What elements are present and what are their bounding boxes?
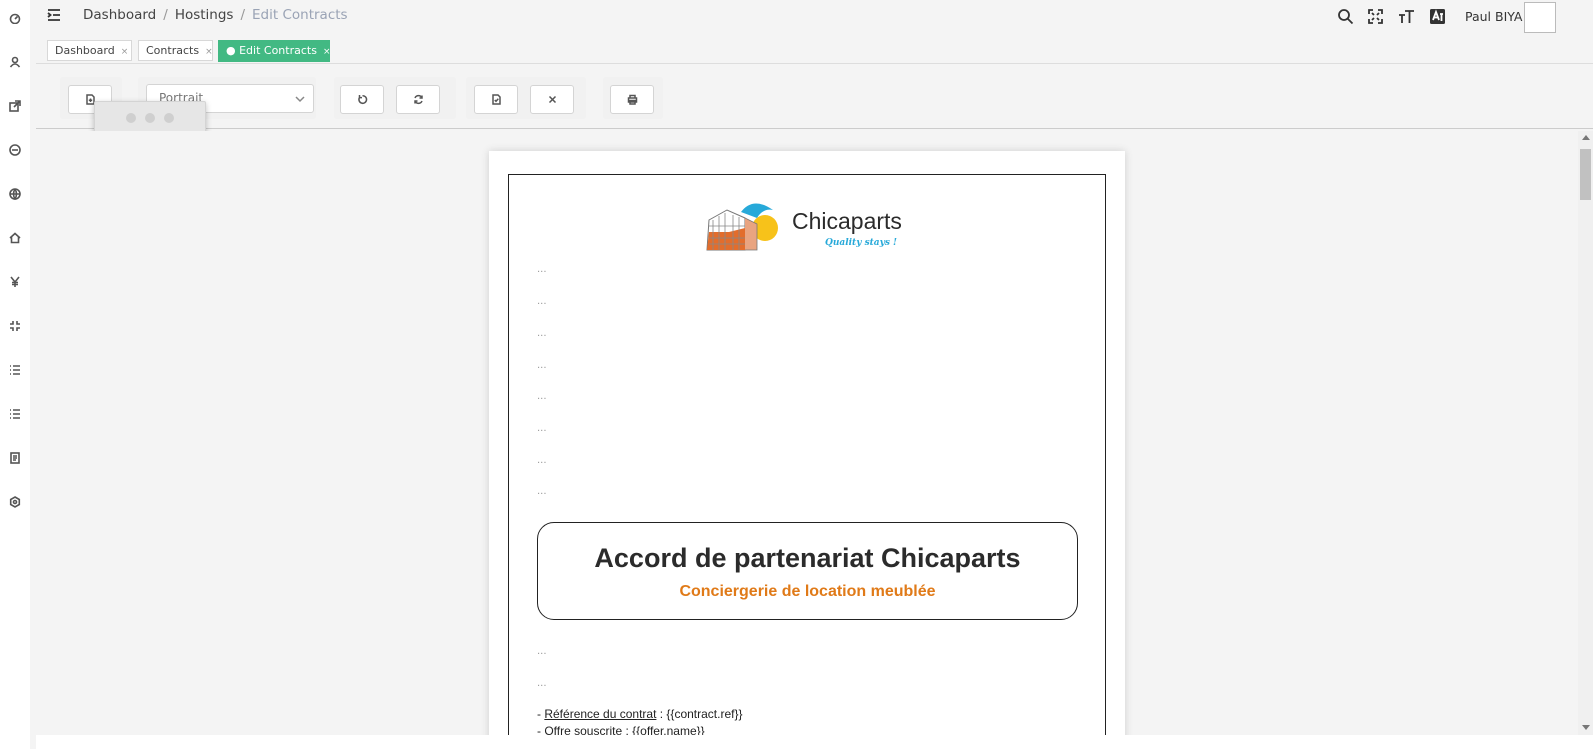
tab-edit-contracts[interactable]: ● Edit Contracts × [218,40,331,62]
compress-icon[interactable] [8,319,22,333]
palette-handle-dot[interactable] [126,113,136,123]
document-title: Accord de partenariat Chicaparts [594,543,1021,573]
breadcrumb-current: Edit Contracts [252,7,348,23]
toolbar-group [466,77,586,119]
home-icon[interactable] [8,231,22,245]
text-size-icon[interactable] [1398,8,1416,26]
breadcrumb-hostings[interactable]: Hostings [175,7,234,23]
tab-close-icon[interactable]: × [323,47,331,57]
toolbar-group [603,77,663,119]
list-icon[interactable] [8,407,22,421]
editor-canvas[interactable]: Chicaparts Quality stays ! ... ... ... .… [36,131,1593,735]
logo-text: Chicaparts [792,208,902,234]
list-icon[interactable] [8,363,22,377]
vertical-scrollbar[interactable] [1578,131,1593,735]
toolbar-group [334,77,456,119]
chevron-down-icon [295,93,305,103]
dashboard-icon[interactable] [8,11,22,25]
tab-dashboard[interactable]: Dashboard × [47,40,132,61]
tab-contracts[interactable]: Contracts × [138,40,213,61]
placeholder-line[interactable]: ... [537,264,547,275]
yen-icon[interactable] [8,275,22,289]
palette-handle-dot[interactable] [145,113,155,123]
editor-toolbar: Portrait [36,63,1593,129]
placeholder-line[interactable]: ... [537,296,547,307]
logo-tagline: Quality stays ! [825,238,898,248]
placeholder-line[interactable]: ... [537,646,547,657]
globe-icon[interactable] [8,187,22,201]
breadcrumb: Dashboard / Hostings / Edit Contracts [83,7,348,23]
user-name[interactable]: Paul BIYA [1465,9,1522,24]
search-icon[interactable] [1337,8,1355,26]
tab-close-icon[interactable]: × [205,47,213,57]
rotate-left-button[interactable] [340,85,384,114]
fullscreen-icon[interactable] [1367,8,1385,26]
placeholder-line[interactable]: ... [537,328,547,339]
company-logo: Chicaparts Quality stays ! [705,198,905,254]
scroll-thumb[interactable] [1580,149,1591,200]
document-page[interactable]: Chicaparts Quality stays ! ... ... ... .… [489,151,1125,735]
close-button[interactable] [530,85,574,114]
placeholder-line[interactable]: ... [537,678,547,689]
settings-icon[interactable] [8,495,22,509]
topbar: Dashboard / Hostings / Edit Contracts Paul B… [36,0,1593,34]
document-icon[interactable] [8,451,22,465]
scroll-down-arrow-icon[interactable] [1582,725,1590,730]
tab-close-icon[interactable]: × [121,47,129,57]
contract-ref-line[interactable]: - Référence du contrat : {{contract.ref}… [537,707,742,721]
scroll-up-arrow-icon[interactable] [1582,135,1590,140]
placeholder-line[interactable]: ... [537,360,547,371]
document-subtitle: Conciergerie de location meublée [679,583,936,600]
translate-icon[interactable] [1429,8,1447,26]
refresh-button[interactable] [396,85,440,114]
contract-ref-value: : {{contract.ref}} [656,707,743,721]
title-box[interactable]: Accord de partenariat Chicaparts Concier… [537,522,1078,620]
placeholder-line[interactable]: ... [537,423,547,434]
placeholder-line[interactable]: ... [537,455,547,466]
user-icon[interactable] [8,55,22,69]
offer-line[interactable]: - Offre souscrite : {{offer.name}} [537,724,705,735]
placeholder-line[interactable]: ... [537,391,547,402]
building-logo-icon [706,203,778,251]
save-document-button[interactable] [474,85,518,114]
status-strip [36,735,1593,749]
contract-ref-label: Référence du contrat [544,707,657,721]
document-frame: Chicaparts Quality stays ! ... ... ... .… [508,174,1106,735]
breadcrumb-dashboard[interactable]: Dashboard [83,7,156,23]
external-link-icon[interactable] [8,99,22,113]
avatar[interactable] [1524,2,1556,33]
sidebar [0,0,30,749]
palette-handle-dot[interactable] [164,113,174,123]
print-button[interactable] [610,85,654,114]
menu-toggle-icon[interactable] [46,7,66,25]
gauge-icon[interactable] [8,143,22,157]
placeholder-line[interactable]: ... [537,486,547,497]
